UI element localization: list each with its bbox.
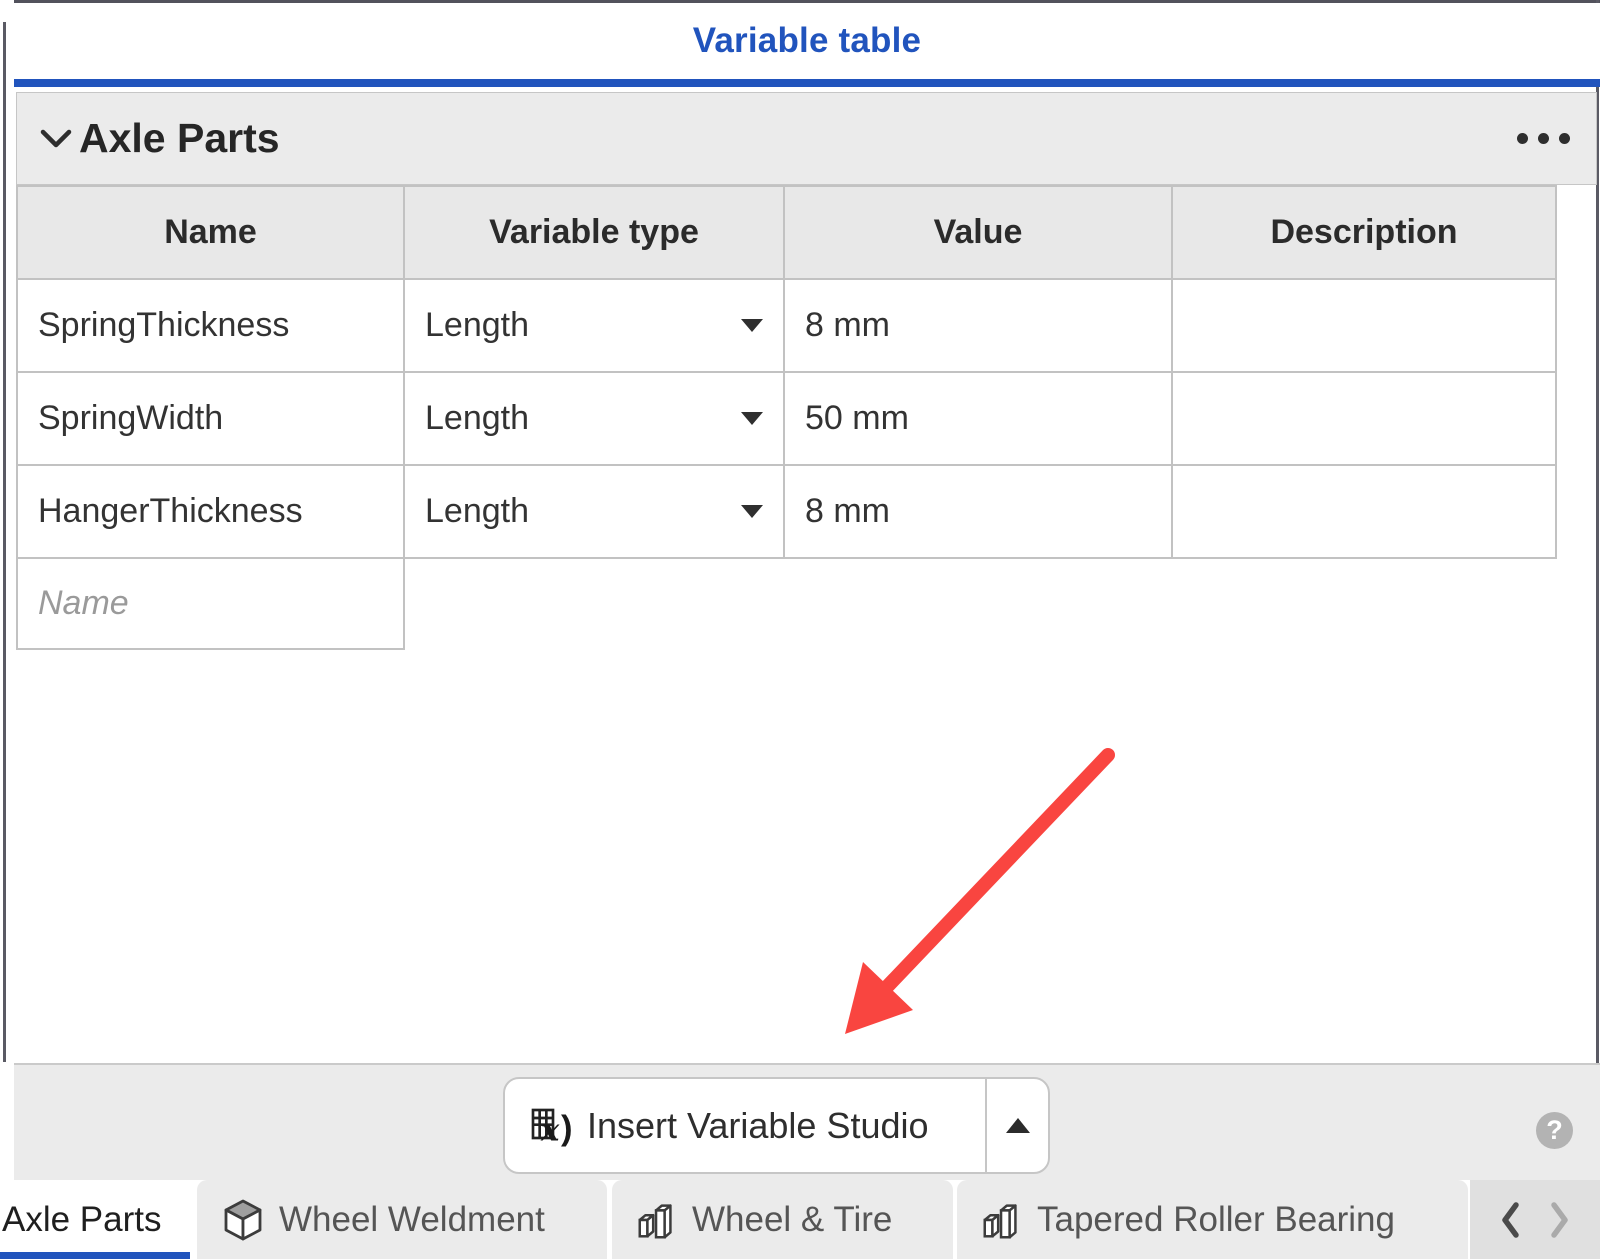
part-studio-icon <box>634 1197 680 1243</box>
variable-value-cell[interactable]: 8 mm <box>785 466 1173 559</box>
variable-type-value: Length <box>425 399 529 438</box>
variable-description-cell[interactable] <box>1173 466 1557 559</box>
chevron-down-icon <box>39 127 73 151</box>
variable-description-cell[interactable] <box>1173 280 1557 373</box>
tab-label: Axle Parts <box>2 1200 162 1240</box>
variable-table-panel: Variable table Axle Parts Name Variable … <box>0 0 1600 1259</box>
tab-tapered-roller-bearing[interactable]: Tapered Roller Bearing <box>957 1180 1468 1259</box>
chevron-down-icon <box>741 412 763 425</box>
variable-type-value: Length <box>425 492 529 531</box>
column-header-variable-type: Variable type <box>405 187 785 280</box>
variable-name-cell[interactable]: SpringThickness <box>18 280 405 373</box>
tab-axle-parts[interactable]: Axle Parts <box>0 1180 193 1259</box>
question-mark-icon: ? <box>1546 1117 1563 1144</box>
chevron-left-icon <box>1496 1198 1526 1242</box>
empty-space <box>405 559 785 650</box>
active-panel-tab-indicator <box>14 79 1600 87</box>
insert-variable-studio-label: Insert Variable Studio <box>587 1105 929 1147</box>
table-row: HangerThickness Length 8 mm <box>18 466 1557 559</box>
variable-value-cell[interactable]: 50 mm <box>785 373 1173 466</box>
bottom-toolbar: x ) Insert Variable Studio ? <box>14 1063 1600 1180</box>
section-menu-button[interactable] <box>1513 123 1574 154</box>
svg-text:): ) <box>561 1109 573 1147</box>
column-header-value: Value <box>785 187 1173 280</box>
variable-type-value: Length <box>425 306 529 345</box>
variable-type-dropdown[interactable]: Length <box>405 373 785 466</box>
column-header-name: Name <box>18 187 405 280</box>
chevron-down-icon <box>741 505 763 518</box>
table-row: SpringWidth Length 50 mm <box>18 373 1557 466</box>
ellipsis-icon <box>1559 133 1570 144</box>
chevron-down-icon <box>741 319 763 332</box>
tab-overflow-area <box>1470 1180 1600 1259</box>
table-row: SpringThickness Length 8 mm <box>18 280 1557 373</box>
tab-label: Wheel Weldment <box>279 1200 545 1240</box>
insert-options-dropdown-button[interactable] <box>985 1079 1048 1172</box>
tab-scroll-right-button[interactable] <box>1544 1198 1574 1242</box>
variable-value-cell[interactable]: 8 mm <box>785 280 1173 373</box>
section-header-axle-parts: Axle Parts <box>16 92 1597 185</box>
table-header-row: Name Variable type Value Description <box>18 187 1557 280</box>
document-tab-strip: Axle Parts Wheel Weldment <box>0 1180 1600 1259</box>
ellipsis-icon <box>1538 133 1549 144</box>
variable-name-cell[interactable]: SpringWidth <box>18 373 405 466</box>
variable-studio-icon: x ) <box>529 1102 577 1150</box>
new-variable-name-input[interactable] <box>38 584 383 623</box>
empty-space <box>785 559 1173 650</box>
ellipsis-icon <box>1517 133 1528 144</box>
variable-description-cell[interactable] <box>1173 373 1557 466</box>
new-variable-name-cell[interactable] <box>18 559 405 650</box>
panel-titlebar: Variable table <box>14 3 1600 79</box>
variable-name-cell[interactable]: HangerThickness <box>18 466 405 559</box>
new-variable-row <box>18 559 1557 650</box>
section-collapse-toggle[interactable] <box>39 127 73 151</box>
column-header-description: Description <box>1173 187 1557 280</box>
help-button[interactable]: ? <box>1536 1112 1573 1149</box>
tab-wheel-weldment[interactable]: Wheel Weldment <box>197 1180 607 1259</box>
chevron-up-icon <box>1006 1118 1030 1133</box>
chevron-right-icon <box>1544 1198 1574 1242</box>
svg-text:x: x <box>540 1112 560 1148</box>
tab-scroll-left-button[interactable] <box>1496 1198 1526 1242</box>
insert-variable-studio-button[interactable]: x ) Insert Variable Studio <box>505 1079 985 1172</box>
section-title: Axle Parts <box>79 115 280 162</box>
tab-label: Wheel & Tire <box>692 1200 892 1240</box>
variable-table: Name Variable type Value Description Spr… <box>16 185 1557 650</box>
assembly-icon <box>219 1196 267 1244</box>
empty-space <box>1173 559 1557 650</box>
tab-label: Tapered Roller Bearing <box>1037 1200 1395 1240</box>
active-tab-indicator <box>0 1252 190 1259</box>
panel-border-left <box>3 22 6 1062</box>
tab-wheel-and-tire[interactable]: Wheel & Tire <box>612 1180 953 1259</box>
insert-variable-studio-split-button: x ) Insert Variable Studio <box>503 1077 1050 1174</box>
variable-type-dropdown[interactable]: Length <box>405 280 785 373</box>
variable-type-dropdown[interactable]: Length <box>405 466 785 559</box>
part-studio-icon <box>979 1197 1025 1243</box>
panel-tab-variable-table[interactable]: Variable table <box>693 21 921 61</box>
